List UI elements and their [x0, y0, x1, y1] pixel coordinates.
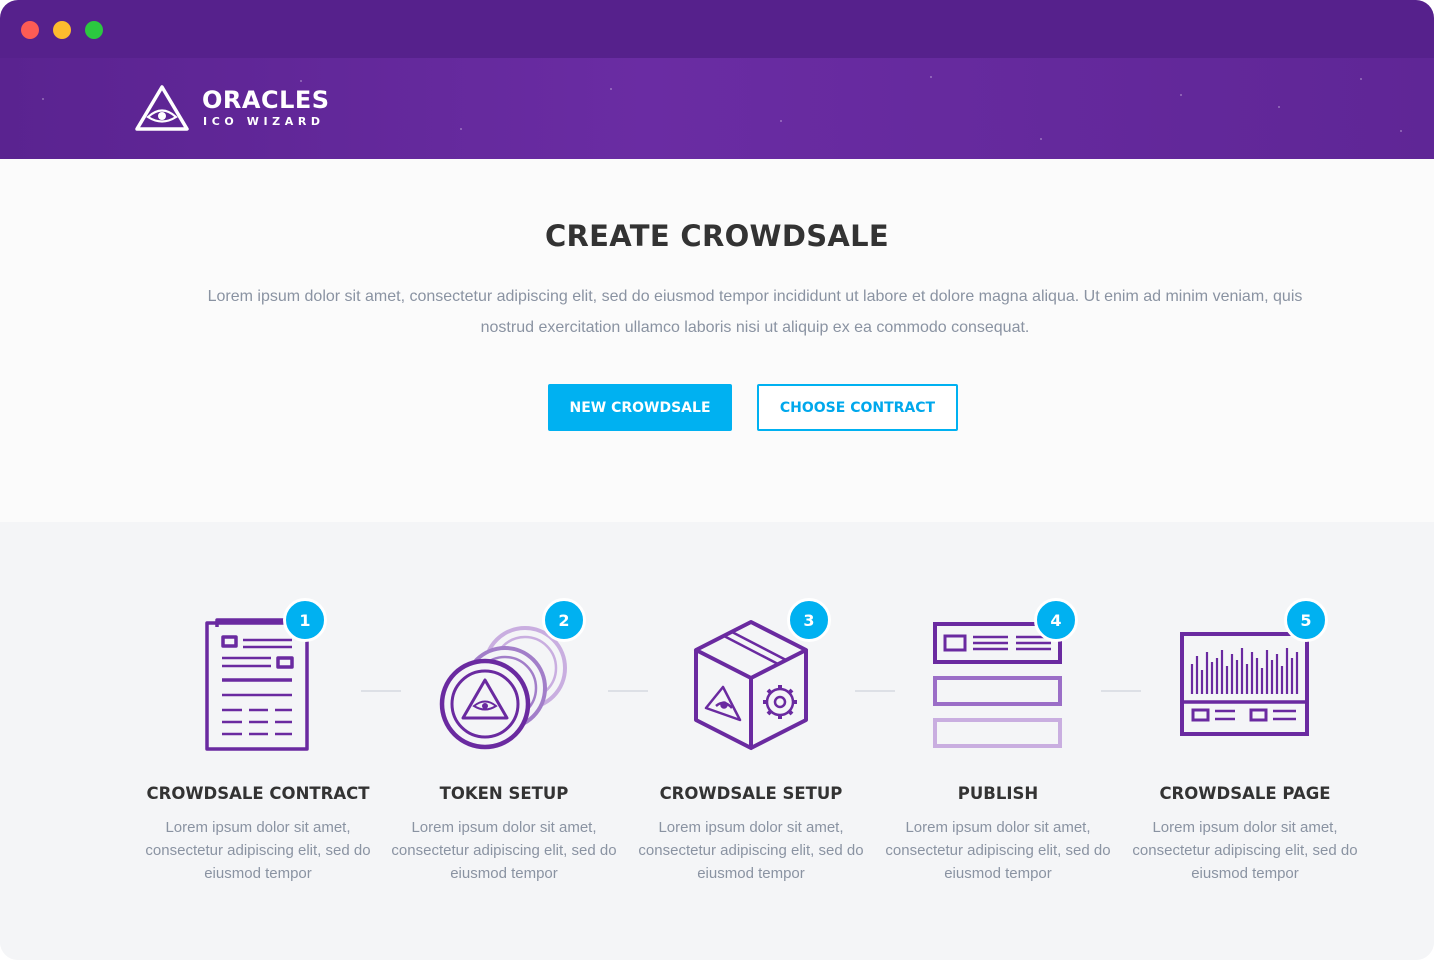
- step-description: Lorem ipsum dolor sit amet, consectetur …: [1132, 819, 1358, 882]
- brand-name: ORACLES: [202, 86, 330, 114]
- step-number-badge: 3: [787, 598, 831, 642]
- step-number-badge: 4: [1034, 598, 1078, 642]
- steps-section: 1 CROWDSALE CONTRACT Lorem ipsum dolor s…: [0, 522, 1434, 960]
- step-description: Lorem ipsum dolor sit amet, consectetur …: [391, 819, 617, 882]
- step-number-badge: 5: [1284, 598, 1328, 642]
- minimize-window-button[interactable]: [53, 21, 71, 39]
- choose-contract-button[interactable]: CHOOSE CONTRACT: [757, 384, 958, 431]
- token-coins-icon: [439, 626, 567, 750]
- hero-section: CREATE CROWDSALE Lorem ipsum dolor sit a…: [0, 159, 1434, 522]
- step-description: Lorem ipsum dolor sit amet, consectetur …: [638, 819, 864, 882]
- contract-document-icon: [205, 618, 309, 751]
- hero-description: Lorem ipsum dolor sit amet, consectetur …: [207, 288, 1303, 336]
- step-description: Lorem ipsum dolor sit amet, consectetur …: [145, 819, 371, 882]
- browser-window: ORACLES ICO WIZARD CREATE CROWDSALE Lore…: [0, 0, 1434, 960]
- step-number-badge: 1: [283, 598, 327, 642]
- window-titlebar: [0, 0, 1434, 58]
- maximize-window-button[interactable]: [85, 21, 103, 39]
- step-title: CROWDSALE CONTRACT: [146, 784, 370, 803]
- step-title: PUBLISH: [957, 784, 1039, 803]
- box-gear-icon: [694, 620, 808, 750]
- step-description: Lorem ipsum dolor sit amet, consectetur …: [885, 819, 1111, 882]
- step-title: CROWDSALE SETUP: [659, 784, 843, 803]
- brand-subtitle: ICO WIZARD: [203, 115, 325, 128]
- step-title: CROWDSALE PAGE: [1159, 784, 1331, 803]
- new-crowdsale-button[interactable]: NEW CROWDSALE: [548, 384, 732, 431]
- publish-stack-icon: [933, 622, 1062, 748]
- page-title: CREATE CROWDSALE: [544, 219, 890, 253]
- step-title: TOKEN SETUP: [439, 784, 569, 803]
- step-number-badge: 2: [542, 598, 586, 642]
- crowdsale-page-chart-icon: [1180, 632, 1309, 736]
- close-window-button[interactable]: [21, 21, 39, 39]
- site-header: ORACLES ICO WIZARD: [0, 58, 1434, 159]
- eye-triangle-icon: [135, 85, 189, 131]
